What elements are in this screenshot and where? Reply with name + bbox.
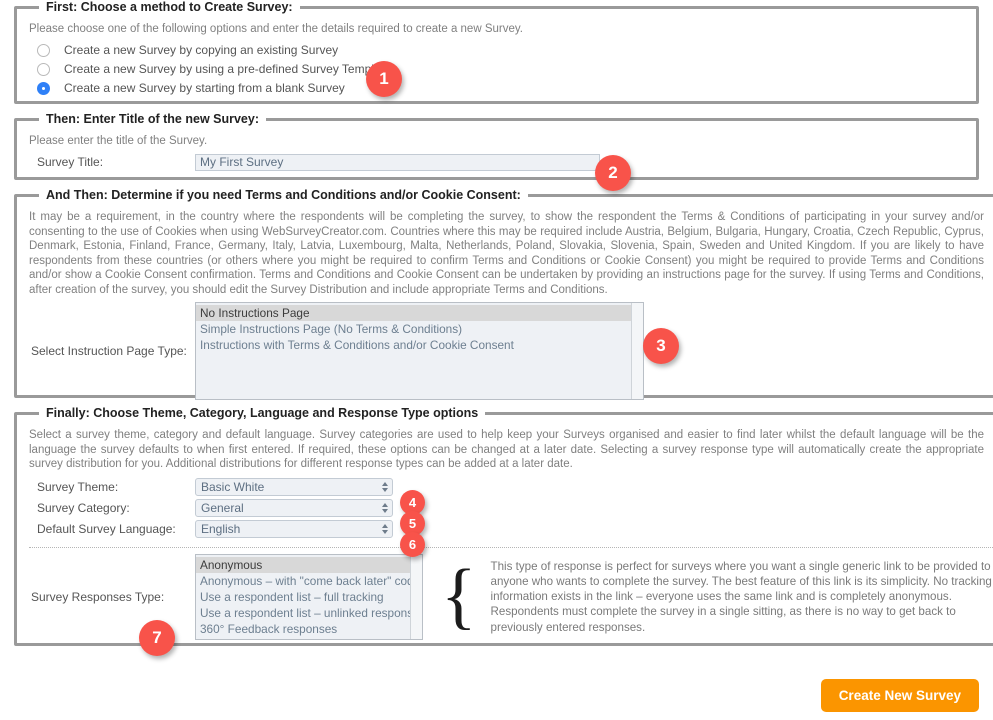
survey-category-value: General: [201, 500, 244, 515]
section-terms-conditions-legend: And Then: Determine if you need Terms an…: [46, 188, 521, 202]
radio-option-template[interactable]: Create a new Survey by using a pre-defin…: [37, 60, 966, 79]
section-survey-title: Then: Enter Title of the new Survey: Ple…: [14, 112, 979, 191]
response-option-anonymous-comeback[interactable]: Anonymous – with "come back later" code: [196, 573, 422, 589]
section-survey-title-description: Please enter the title of the Survey.: [29, 135, 208, 147]
footer-actions: Create New Survey: [820, 679, 979, 712]
survey-category-select[interactable]: General: [195, 498, 393, 517]
response-option-full-tracking[interactable]: Use a respondent list – full tracking: [196, 589, 422, 605]
create-survey-page: First: Choose a method to Create Survey:…: [0, 0, 993, 720]
listbox-option-terms-instructions[interactable]: Instructions with Terms & Conditions and…: [196, 337, 643, 353]
section-theme-options-legend: Finally: Choose Theme, Category, Languag…: [46, 406, 479, 420]
survey-responses-type-listbox[interactable]: Anonymous Anonymous – with "come back la…: [195, 553, 423, 640]
response-option-anonymous[interactable]: Anonymous: [196, 556, 422, 573]
survey-response-description: This type of response is perfect for sur…: [490, 559, 992, 634]
step-badge-6: 6: [400, 532, 425, 557]
radio-icon-blank[interactable]: [37, 81, 50, 95]
survey-title-input[interactable]: [195, 153, 600, 171]
radio-icon-copy-existing[interactable]: [37, 43, 50, 57]
radio-label-blank: Create a new Survey by starting from a b…: [64, 81, 345, 96]
curly-brace-icon: {: [441, 555, 477, 638]
radio-icon-template[interactable]: [37, 62, 50, 76]
stepper-arrows-icon-theme[interactable]: [382, 481, 388, 492]
survey-responses-type-row: Survey Responses Type: Anonymous Anonymo…: [31, 553, 993, 640]
instruction-page-type-listbox[interactable]: No Instructions Page Simple Instructions…: [195, 301, 644, 400]
default-language-label: Default Survey Language:: [37, 521, 176, 536]
survey-theme-value: Basic White: [201, 479, 265, 494]
radio-label-template: Create a new Survey by using a pre-defin…: [64, 62, 391, 77]
survey-title-row: Survey Title:: [37, 153, 966, 171]
listbox-option-no-instructions[interactable]: No Instructions Page: [196, 304, 643, 321]
instruction-page-type-label: Select Instruction Page Type:: [31, 343, 187, 358]
survey-responses-type-label: Survey Responses Type:: [31, 589, 165, 604]
listbox-option-simple-instructions[interactable]: Simple Instructions Page (No Terms & Con…: [196, 321, 643, 337]
step-badge-7: 7: [139, 620, 175, 656]
section-theme-options-description: Select a survey theme, category and defa…: [29, 429, 984, 471]
response-option-360-feedback[interactable]: 360° Feedback responses: [196, 621, 422, 637]
stepper-arrows-icon-language[interactable]: [382, 523, 388, 534]
response-option-unlinked[interactable]: Use a respondent list – unlinked respons…: [196, 605, 422, 621]
section-choose-method-description: Please choose one of the following optio…: [29, 23, 523, 35]
section-choose-method: First: Choose a method to Create Survey:…: [14, 0, 979, 104]
survey-category-row: Survey Category: General: [37, 498, 993, 517]
section-survey-title-legend: Then: Enter Title of the new Survey:: [46, 112, 259, 126]
instruction-listbox-scrollbar[interactable]: [631, 302, 643, 399]
instruction-page-type-row: Select Instruction Page Type: No Instruc…: [31, 301, 984, 400]
default-language-select[interactable]: English: [195, 519, 393, 538]
radio-label-copy-existing: Create a new Survey by copying an existi…: [64, 43, 339, 58]
survey-title-label: Survey Title:: [37, 155, 104, 170]
survey-theme-row: Survey Theme: Basic White: [37, 477, 993, 496]
section-choose-method-legend: First: Choose a method to Create Survey:: [46, 0, 293, 14]
survey-category-label: Survey Category:: [37, 500, 130, 515]
step-badge-2: 2: [595, 155, 631, 191]
options-separator: [29, 546, 993, 548]
default-language-value: English: [201, 521, 241, 536]
section-terms-conditions-description: It may be a requirement, in the country …: [29, 211, 984, 296]
step-badge-1: 1: [366, 61, 402, 97]
create-new-survey-button[interactable]: Create New Survey: [820, 679, 979, 712]
default-language-row: Default Survey Language: English: [37, 519, 993, 538]
radio-option-copy-existing[interactable]: Create a new Survey by copying an existi…: [37, 41, 966, 60]
radio-option-blank[interactable]: Create a new Survey by starting from a b…: [37, 79, 966, 98]
survey-theme-select[interactable]: Basic White: [195, 477, 393, 496]
step-badge-3: 3: [643, 328, 679, 364]
section-theme-options: Finally: Choose Theme, Category, Languag…: [14, 406, 993, 656]
section-terms-conditions: And Then: Determine if you need Terms an…: [14, 188, 993, 400]
responses-listbox-scrollbar[interactable]: [410, 554, 422, 639]
stepper-arrows-icon-category[interactable]: [382, 502, 388, 513]
survey-theme-label: Survey Theme:: [37, 479, 119, 494]
